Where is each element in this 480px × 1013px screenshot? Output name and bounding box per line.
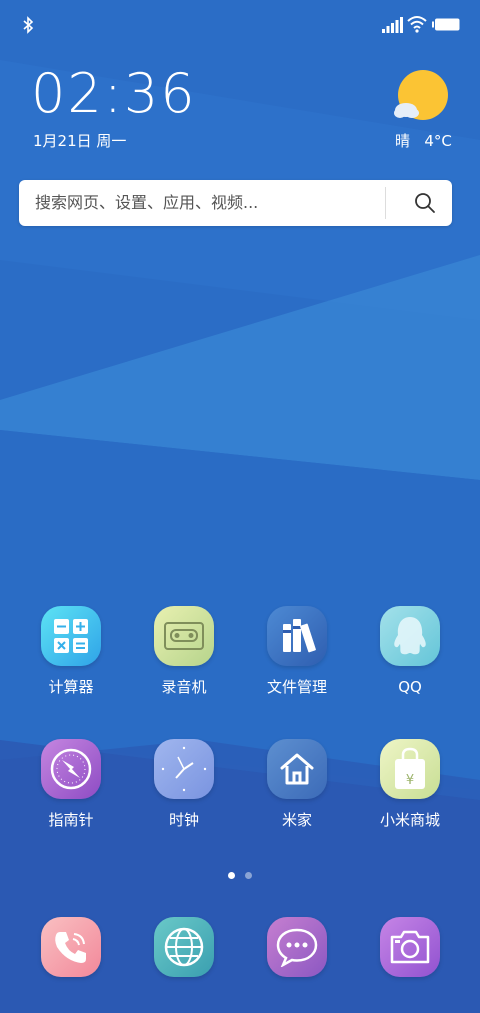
app-recorder[interactable]: 录音机 — [134, 606, 234, 696]
wifi-icon — [407, 16, 427, 33]
search-button[interactable] — [397, 180, 452, 226]
clock-icon — [154, 739, 214, 799]
chat-bubble-icon — [267, 917, 327, 977]
app-mijia[interactable]: 米家 — [247, 739, 347, 829]
app-label: 时钟 — [168, 811, 199, 829]
app-label: 指南针 — [48, 811, 94, 829]
status-bar — [0, 0, 480, 50]
weather-temperature: 4°C — [424, 132, 452, 150]
app-mistore[interactable]: ¥ 小米商城 — [360, 739, 460, 829]
shopping-bag-icon: ¥ — [380, 739, 440, 799]
battery-icon — [432, 18, 460, 31]
page-dot[interactable] — [245, 872, 252, 879]
app-calculator[interactable]: 计算器 — [21, 606, 121, 696]
sun-cloud-icon[interactable] — [392, 70, 450, 124]
weather-widget[interactable]: 晴 4°C — [395, 131, 452, 151]
app-label: 计算器 — [48, 678, 94, 696]
bluetooth-icon — [23, 16, 34, 34]
app-clock[interactable]: 时钟 — [134, 739, 234, 829]
page-indicator[interactable] — [228, 872, 254, 880]
wallpaper — [0, 0, 480, 1013]
app-label: 米家 — [281, 811, 312, 829]
search-bar[interactable]: 搜索网页、设置、应用、视频... — [19, 180, 452, 226]
calculator-icon — [41, 606, 101, 666]
app-label: QQ — [398, 678, 422, 696]
page-dot-active[interactable] — [228, 872, 235, 879]
app-label: 录音机 — [161, 678, 207, 696]
compass-icon — [41, 739, 101, 799]
dock-messages[interactable] — [247, 917, 347, 977]
app-qq[interactable]: QQ — [360, 606, 460, 696]
search-icon — [414, 193, 435, 213]
camera-icon — [380, 917, 440, 977]
dock-phone[interactable] — [21, 917, 121, 977]
app-files[interactable]: 文件管理 — [247, 606, 347, 696]
cellular-signal-icon — [382, 17, 403, 33]
dock-browser[interactable] — [134, 917, 234, 977]
dock-camera[interactable] — [360, 917, 460, 977]
cassette-icon — [154, 606, 214, 666]
weather-condition: 晴 — [395, 132, 411, 150]
penguin-icon — [380, 606, 440, 666]
lock-clock[interactable]: 02:36 — [31, 62, 197, 126]
search-input[interactable]: 搜索网页、设置、应用、视频... — [35, 180, 375, 226]
svg-text:¥: ¥ — [406, 773, 414, 788]
app-compass[interactable]: 指南针 — [21, 739, 121, 829]
app-label: 文件管理 — [266, 678, 327, 696]
app-label: 小米商城 — [379, 811, 440, 829]
search-divider — [385, 187, 386, 219]
books-icon — [267, 606, 327, 666]
lock-date[interactable]: 1月21日 周一 — [33, 131, 126, 151]
globe-icon — [154, 917, 214, 977]
phone-icon — [41, 917, 101, 977]
home-icon — [267, 739, 327, 799]
